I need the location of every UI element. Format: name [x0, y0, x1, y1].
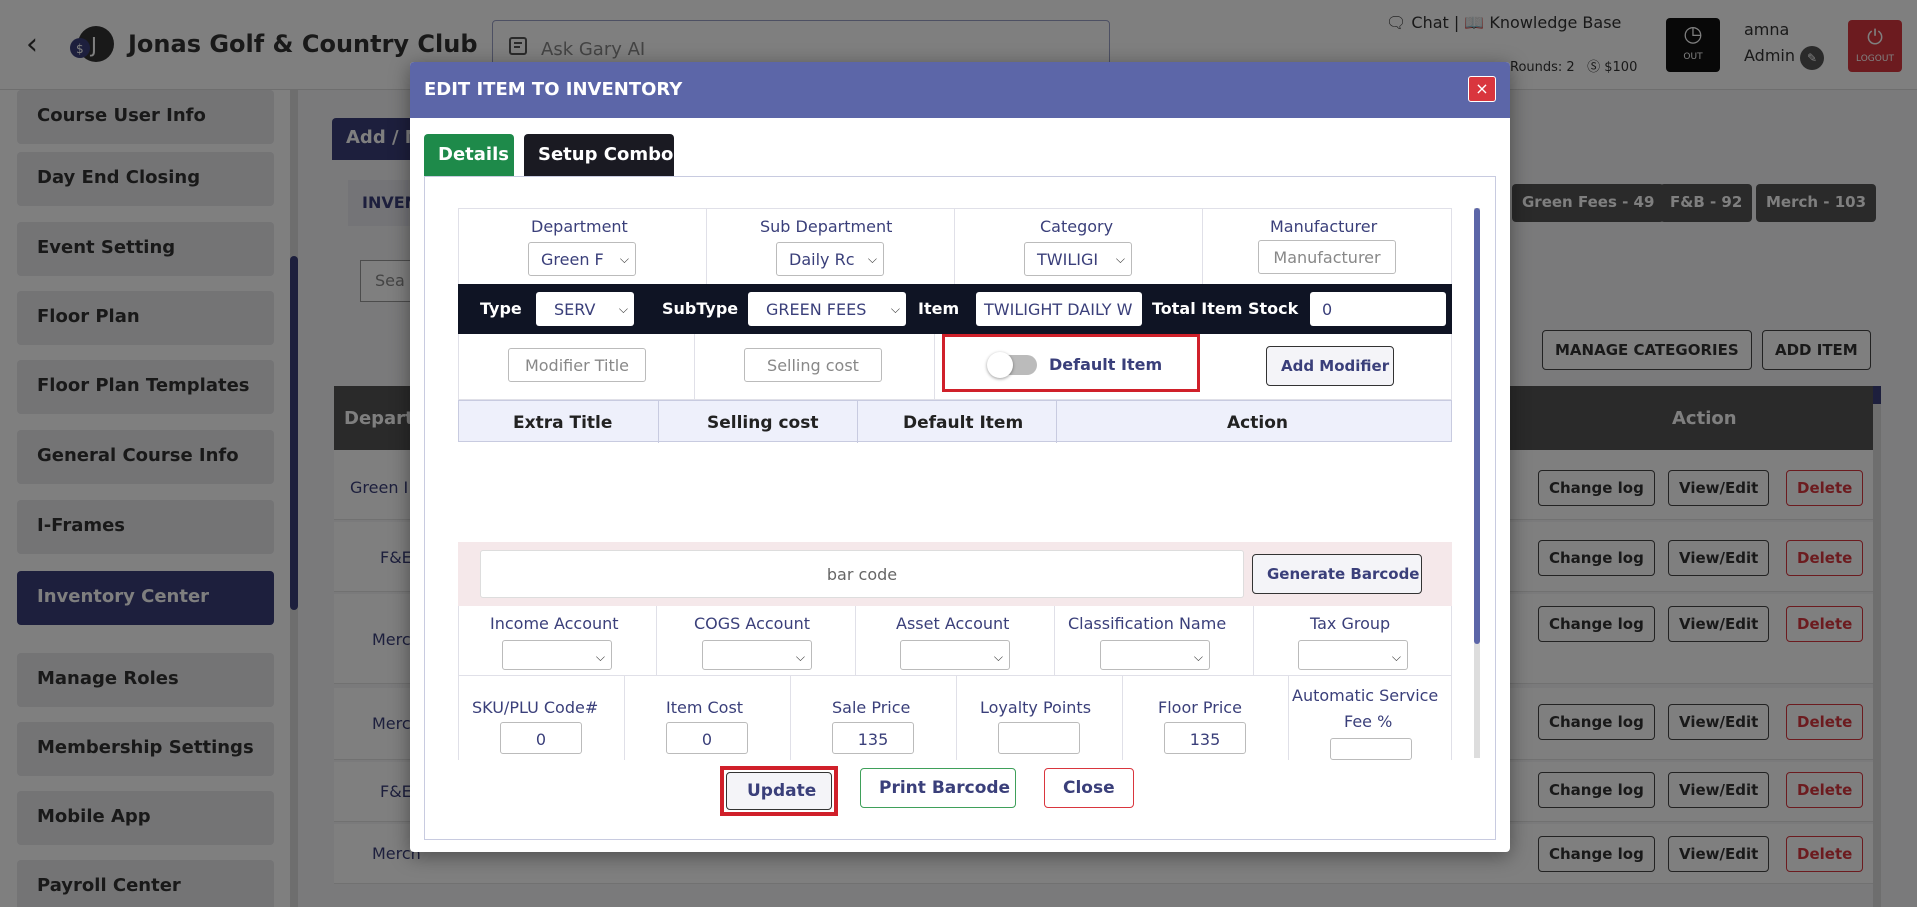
type-label: Type: [480, 299, 522, 318]
category-label: Category: [1040, 217, 1114, 236]
sub-department-label: Sub Department: [760, 217, 893, 236]
close-button[interactable]: Close: [1044, 768, 1134, 808]
department-value: Green F: [541, 250, 604, 269]
chevron-down-icon: ⌵: [993, 650, 1003, 664]
sub-department-select[interactable]: Daily Rc ⌵: [776, 242, 884, 276]
chevron-down-icon: ⌵: [795, 650, 805, 664]
modal-scroll-thumb[interactable]: [1474, 208, 1480, 644]
manufacturer-input[interactable]: Manufacturer: [1258, 240, 1396, 274]
cogs-account-label: COGS Account: [694, 614, 811, 633]
modifier-title-input[interactable]: Modifier Title: [508, 348, 646, 382]
floor-price-label: Floor Price: [1158, 698, 1242, 717]
cogs-account-select[interactable]: ⌵: [702, 640, 812, 670]
col-selling-cost: Selling cost: [707, 413, 819, 433]
item-value: TWILIGHT DAILY W: [984, 300, 1133, 319]
chevron-down-icon: ⌵: [867, 252, 877, 266]
type-select[interactable]: SERV ⌵: [536, 292, 634, 326]
chevron-down-icon: ⌵: [595, 650, 605, 664]
type-value: SERV: [554, 300, 596, 319]
total-stock-label: Total Item Stock: [1152, 299, 1299, 318]
chevron-down-icon: ⌵: [618, 302, 628, 316]
chevron-down-icon: ⌵: [1115, 252, 1125, 266]
total-stock-input[interactable]: 0: [1310, 292, 1446, 326]
classification-name-label: Classification Name: [1068, 614, 1227, 633]
sub-department-value: Daily Rc: [789, 250, 855, 269]
col-default-item: Default Item: [903, 413, 1024, 433]
tax-group-select[interactable]: ⌵: [1298, 640, 1408, 670]
edit-item-modal: EDIT ITEM TO INVENTORY × Details Setup C…: [410, 62, 1510, 852]
selling-cost-input[interactable]: Selling cost: [744, 348, 882, 382]
subtype-select[interactable]: GREEN FEES ⌵: [748, 292, 906, 326]
subtype-label: SubType: [662, 299, 739, 318]
update-button[interactable]: Update: [726, 772, 832, 810]
print-barcode-button[interactable]: Print Barcode: [860, 768, 1016, 808]
sale-price-label: Sale Price: [832, 698, 911, 717]
tab-setup-combo[interactable]: Setup Combo: [524, 134, 674, 176]
modal-close-icon[interactable]: ×: [1468, 76, 1496, 102]
tab-details[interactable]: Details: [424, 134, 514, 176]
service-fee-label: Automatic Service: [1292, 686, 1439, 705]
chevron-down-icon: ⌵: [890, 302, 900, 316]
chevron-down-icon: ⌵: [1391, 650, 1401, 664]
modal-title: EDIT ITEM TO INVENTORY: [424, 79, 683, 100]
subtype-value: GREEN FEES: [766, 300, 867, 319]
chevron-down-icon: ⌵: [619, 252, 629, 266]
default-item-highlight: Default Item: [942, 334, 1200, 392]
default-item-toggle[interactable]: [987, 352, 1037, 378]
department-select[interactable]: Green F ⌵: [528, 242, 636, 276]
loyalty-points-input[interactable]: [998, 722, 1080, 754]
barcode-row: bar code Generate Barcode: [458, 542, 1452, 606]
tax-group-label: Tax Group: [1310, 614, 1391, 633]
modal-header: EDIT ITEM TO INVENTORY ×: [410, 62, 1510, 118]
default-item-label: Default Item: [1049, 355, 1163, 374]
sale-price-input[interactable]: 135: [832, 722, 914, 754]
item-input[interactable]: TWILIGHT DAILY W: [976, 292, 1142, 326]
item-cost-input[interactable]: 0: [666, 722, 748, 754]
col-action: Action: [1227, 413, 1288, 433]
item-label: Item: [918, 299, 960, 318]
sku-label: SKU/PLU Code#: [472, 698, 599, 717]
loyalty-points-label: Loyalty Points: [980, 698, 1092, 717]
modifier-table-header: Extra Title Selling cost Default Item Ac…: [458, 400, 1452, 443]
generate-barcode-button[interactable]: Generate Barcode: [1252, 554, 1422, 594]
barcode-input[interactable]: bar code: [480, 550, 1244, 598]
sku-input[interactable]: 0: [500, 722, 582, 754]
manufacturer-label: Manufacturer: [1270, 217, 1378, 236]
floor-price-input[interactable]: 135: [1164, 722, 1246, 754]
chevron-down-icon: ⌵: [1193, 650, 1203, 664]
asset-account-label: Asset Account: [896, 614, 1010, 633]
service-fee-input[interactable]: [1330, 738, 1412, 760]
income-account-select[interactable]: ⌵: [502, 640, 612, 670]
income-account-label: Income Account: [490, 614, 619, 633]
department-label: Department: [531, 217, 628, 236]
col-extra-title: Extra Title: [513, 413, 613, 433]
toggle-knob: [987, 352, 1013, 378]
add-modifier-button[interactable]: Add Modifier: [1266, 346, 1394, 386]
asset-account-select[interactable]: ⌵: [900, 640, 1010, 670]
item-type-row: Type SERV ⌵ SubType GREEN FEES ⌵ Item TW…: [458, 284, 1452, 334]
service-fee-label-line2: Fee %: [1344, 712, 1393, 731]
category-value: TWILIGI: [1037, 250, 1099, 269]
item-cost-label: Item Cost: [666, 698, 744, 717]
category-select[interactable]: TWILIGI ⌵: [1024, 242, 1132, 276]
total-stock-value: 0: [1322, 300, 1333, 319]
classification-name-select[interactable]: ⌵: [1100, 640, 1210, 670]
